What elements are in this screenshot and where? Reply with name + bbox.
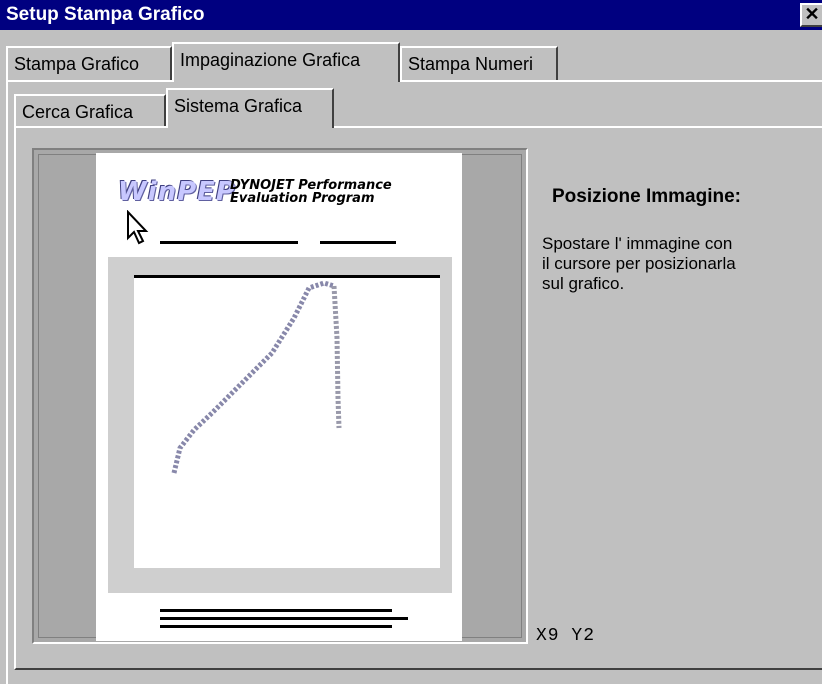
title-bar[interactable]: Setup Stampa Grafico ✕ bbox=[0, 0, 822, 30]
tab-cerca-grafica[interactable]: Cerca Grafica bbox=[14, 94, 166, 128]
tab-label: Stampa Numeri bbox=[408, 54, 534, 74]
position-description: Spostare l' immagine con il cursore per … bbox=[542, 234, 736, 293]
mouse-pointer-icon bbox=[126, 209, 152, 251]
tab-sistema-grafica[interactable]: Sistema Grafica bbox=[166, 88, 334, 128]
graph-image[interactable] bbox=[108, 257, 452, 593]
signature-line bbox=[320, 241, 396, 244]
tab-label: Impaginazione Grafica bbox=[180, 50, 361, 70]
signature-line bbox=[160, 241, 298, 244]
winpep-logo: WinPEP bbox=[118, 177, 236, 207]
tab-label: Sistema Grafica bbox=[174, 96, 303, 116]
y-coordinate: Y2 bbox=[571, 626, 596, 646]
x-coordinate: X9 bbox=[536, 626, 560, 646]
logo-caption: DYNOJET Performance Evaluation Program bbox=[230, 179, 392, 205]
footer-line bbox=[160, 609, 392, 612]
position-title: Posizione Immagine: bbox=[552, 186, 741, 207]
window-title: Setup Stampa Grafico bbox=[6, 4, 205, 25]
graph-plot bbox=[134, 275, 440, 568]
tab-label: Stampa Grafico bbox=[14, 54, 140, 74]
graph-curve bbox=[171, 280, 342, 474]
footer-line bbox=[160, 625, 392, 628]
tab-stampa-numeri[interactable]: Stampa Numeri bbox=[400, 46, 558, 80]
close-button[interactable]: ✕ bbox=[800, 3, 822, 27]
tab-label: Cerca Grafica bbox=[22, 102, 134, 122]
tab-stampa-grafico[interactable]: Stampa Grafico bbox=[6, 46, 172, 80]
coordinates-readout: X9 Y2 bbox=[536, 626, 595, 646]
logo-caption-line2: Evaluation Program bbox=[230, 191, 375, 206]
tab-impaginazione-grafica[interactable]: Impaginazione Grafica bbox=[172, 42, 400, 82]
footer-line bbox=[160, 617, 408, 620]
close-icon: ✕ bbox=[804, 4, 820, 24]
setup-dialog: Setup Stampa Grafico ✕ Stampa Grafico Im… bbox=[0, 0, 822, 684]
